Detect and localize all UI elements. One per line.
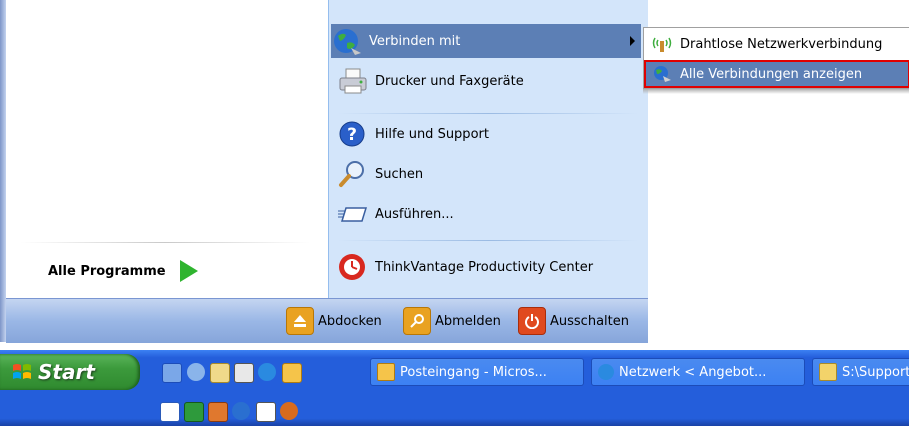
menu-item-help-support[interactable]: ? Hilfe und Support <box>337 117 489 151</box>
thinkvantage-icon <box>337 252 369 282</box>
menu-item-label: ThinkVantage Productivity Center <box>375 259 594 275</box>
globe-network-icon <box>331 26 363 56</box>
submenu-shadow <box>643 89 909 94</box>
quick-launch-excel-icon[interactable] <box>184 402 204 422</box>
log-off-label: Abmelden <box>435 313 501 329</box>
quick-launch-firefox-icon[interactable] <box>280 402 298 420</box>
start-menu-left-pane <box>6 0 328 298</box>
quick-launch-user-icon[interactable] <box>187 363 205 381</box>
green-arrow-icon <box>179 260 198 282</box>
taskbar: Start Posteingang - Micros... Netzwerk <… <box>0 350 909 426</box>
submenu-arrow-icon <box>630 36 635 46</box>
undock-label: Abdocken <box>318 313 382 329</box>
task-label: Netzwerk < Angebot... <box>619 364 767 380</box>
taskbar-button-internet-explorer[interactable]: Netzwerk < Angebot... <box>591 358 805 386</box>
submenu-item-wireless[interactable]: Drahtlose Netzwerkverbindung <box>644 30 909 58</box>
undock-button[interactable]: Abdocken <box>286 307 382 335</box>
submenu-item-show-all-connections[interactable]: Alle Verbindungen anzeigen <box>644 60 909 88</box>
left-pane-separator <box>20 242 310 243</box>
quick-launch-printer-icon[interactable] <box>210 363 230 383</box>
shut-down-button[interactable]: Ausschalten <box>518 307 629 335</box>
task-label: S:\Support <box>842 364 909 380</box>
menu-item-search[interactable]: Suchen <box>337 157 423 191</box>
run-icon <box>337 199 369 229</box>
menu-item-run[interactable]: Ausführen... <box>337 197 454 231</box>
quick-launch-ie-icon[interactable] <box>258 363 276 381</box>
right-pane-separator <box>338 240 638 241</box>
start-label: Start <box>38 360 95 384</box>
start-menu-bottom-bar: Abdocken Abmelden Ausschalten <box>6 298 648 343</box>
quick-launch-desktop-icon[interactable] <box>234 363 254 383</box>
task-label: Posteingang - Micros... <box>400 364 547 380</box>
menu-item-printers[interactable]: Drucker und Faxgeräte <box>337 64 524 98</box>
all-programs-button[interactable]: Alle Programme <box>48 258 198 284</box>
menu-item-label: Ausführen... <box>375 206 454 222</box>
quick-launch-clock-icon[interactable] <box>282 363 302 383</box>
start-button[interactable]: Start <box>0 354 140 390</box>
logoff-key-icon <box>403 307 431 335</box>
windows-flag-icon <box>12 362 32 382</box>
wireless-network-icon <box>652 35 672 53</box>
internet-explorer-icon <box>598 364 614 380</box>
taskbar-button-outlook[interactable]: Posteingang - Micros... <box>370 358 584 386</box>
search-icon <box>337 159 369 189</box>
quick-launch-word-icon[interactable] <box>160 402 180 422</box>
submenu-item-label: Alle Verbindungen anzeigen <box>680 66 863 82</box>
taskbar-button-folder[interactable]: S:\Support <box>812 358 909 386</box>
menu-item-connect-to[interactable]: Verbinden mit <box>331 24 641 58</box>
quick-launch-powerpoint-icon[interactable] <box>208 402 228 422</box>
power-icon <box>518 307 546 335</box>
menu-item-label: Drucker und Faxgeräte <box>375 73 524 89</box>
right-pane-separator <box>338 113 638 114</box>
printer-icon <box>337 66 369 96</box>
outlook-icon <box>377 363 395 381</box>
submenu-item-label: Drahtlose Netzwerkverbindung <box>680 36 883 52</box>
menu-item-label: Hilfe und Support <box>375 126 489 142</box>
menu-item-label: Suchen <box>375 166 424 182</box>
shut-down-label: Ausschalten <box>550 313 629 329</box>
quick-launch-settings-icon[interactable] <box>162 363 182 383</box>
quick-launch-media-player-icon[interactable] <box>232 402 250 420</box>
log-off-button[interactable]: Abmelden <box>403 307 501 335</box>
quick-launch-document-icon[interactable] <box>256 402 276 422</box>
menu-item-label: Verbinden mit <box>369 33 461 49</box>
help-icon: ? <box>337 119 369 149</box>
network-connections-icon <box>652 65 672 83</box>
folder-icon <box>819 363 837 381</box>
start-menu: Alle Programme Verbinden mit Drucker und <box>0 0 648 343</box>
svg-text:?: ? <box>347 125 357 145</box>
menu-item-thinkvantage[interactable]: ThinkVantage Productivity Center <box>337 250 593 284</box>
connect-to-submenu: Drahtlose Netzwerkverbindung Alle Verbin… <box>643 27 909 89</box>
all-programs-label: Alle Programme <box>48 263 166 279</box>
eject-icon <box>286 307 314 335</box>
